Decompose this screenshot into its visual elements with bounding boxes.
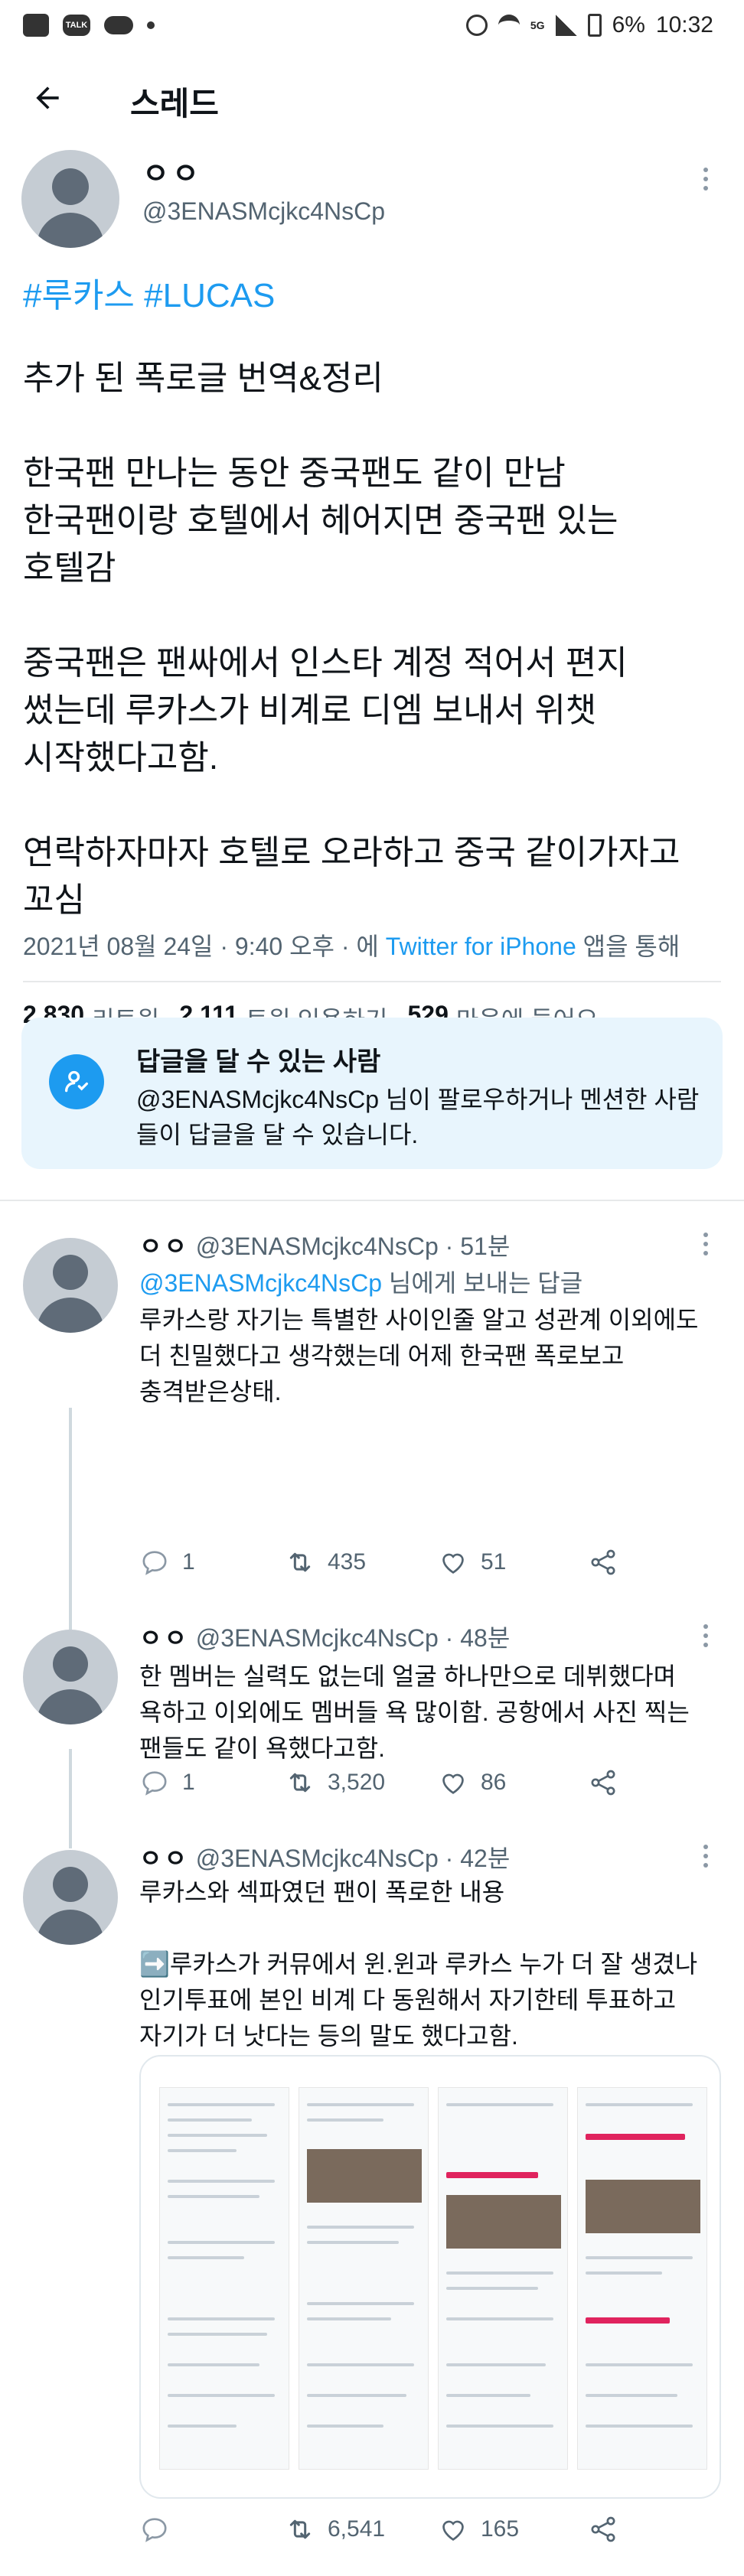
attached-image[interactable]	[139, 2055, 721, 2499]
reply-header: ㅇㅇ @3ENASMcjkc4NsCp · 42분	[139, 1839, 510, 1874]
reply-permission-title: 답글을 달 수 있는 사람	[136, 1047, 381, 1076]
retweet-icon	[289, 2519, 311, 2539]
like-button[interactable]: 51	[438, 1547, 506, 1578]
signal-icon	[555, 15, 577, 36]
more-options-button[interactable]	[698, 1614, 713, 1657]
reply-button[interactable]: 1	[139, 1547, 195, 1578]
screenshot-thumb	[577, 2087, 707, 2470]
avatar[interactable]	[23, 1238, 118, 1333]
author-name[interactable]: ㅇㅇ	[139, 1845, 189, 1872]
reply-text: 루카스랑 자기는 특별한 사이인줄 알고 성관계 이외에도 더 친밀했다고 생각…	[139, 1306, 699, 1405]
reply-time: · 51분	[445, 1233, 511, 1260]
author-name[interactable]: ㅇㅇ	[142, 150, 202, 192]
hashtags[interactable]: #루카스 #LUCAS	[23, 268, 275, 317]
share-icon	[591, 1770, 615, 1796]
page-title: 스레드	[130, 86, 219, 122]
divider	[0, 1200, 744, 1201]
back-button[interactable]	[23, 73, 72, 122]
replying-to-handle[interactable]: @3ENASMcjkc4NsCp	[139, 1269, 382, 1297]
share-icon	[591, 2516, 615, 2542]
share-icon	[591, 1549, 615, 1575]
reply-header: ㅇㅇ @3ENASMcjkc4NsCp · 48분	[139, 1619, 510, 1654]
like-count: 165	[481, 2516, 520, 2542]
cloud-icon	[104, 16, 133, 34]
author-handle[interactable]: @3ENASMcjkc4NsCp	[142, 197, 385, 226]
heart-icon	[442, 1773, 464, 1794]
battery-percent: 6%	[612, 12, 645, 37]
like-button[interactable]: 86	[438, 1767, 506, 1798]
heart-icon	[442, 2520, 464, 2541]
screenshot-thumb	[438, 2087, 568, 2470]
share-button[interactable]	[588, 1767, 618, 1798]
talk-icon: TALK	[63, 15, 90, 36]
reply-icon	[142, 2518, 167, 2542]
app-header: 스레드	[0, 55, 744, 139]
status-bar: TALK 5G 6% 10:32	[0, 0, 744, 55]
author-name[interactable]: ㅇㅇ	[139, 1233, 189, 1260]
reply-text: 루카스와 섹파였던 팬이 폭로한 내용 ➡️루카스가 커뮤에서 윈.윈과 루카스…	[139, 1878, 698, 2050]
more-options-button[interactable]	[698, 158, 713, 200]
like-count: 51	[481, 1549, 507, 1575]
share-button[interactable]	[588, 1547, 618, 1578]
screenshot-thumb	[159, 2087, 289, 2470]
reply-text: 한 멤버는 실력도 없는데 얼굴 하나만으로 데뷔했다며 욕하고 이외에도 멤버…	[139, 1663, 690, 1762]
more-options-button[interactable]	[698, 1223, 713, 1265]
share-button[interactable]	[588, 2514, 618, 2545]
retweet-button[interactable]: 6,541	[285, 2514, 385, 2545]
wifi-icon	[498, 15, 520, 36]
clock: 10:32	[655, 12, 713, 37]
tweet-date: 2021년 08월 24일 · 9:40 오후 · 에	[23, 933, 386, 960]
retweet-button[interactable]: 435	[285, 1547, 366, 1578]
retweet-button[interactable]: 3,520	[285, 1767, 385, 1798]
tweet-meta: 2021년 08월 24일 · 9:40 오후 · 에 Twitter for …	[23, 927, 680, 962]
reply-button[interactable]	[139, 2514, 170, 2545]
reply-actions: 6,541 165	[139, 2514, 690, 2552]
mute-icon	[465, 15, 488, 36]
reply-icon	[142, 1551, 167, 1575]
retweet-count: 435	[328, 1549, 367, 1575]
tweet-source-suffix: 앱을 통해	[576, 933, 680, 960]
reply-time: · 42분	[445, 1845, 511, 1872]
retweet-count: 6,541	[328, 2516, 386, 2542]
replying-to-suffix: 님에게 보내는 답글	[382, 1269, 583, 1297]
back-arrow-icon	[36, 86, 59, 109]
reply-count: 1	[182, 1770, 195, 1795]
gallery-icon	[23, 14, 49, 37]
reply-permission-text: @3ENASMcjkc4NsCp 님이 팔로우하거나 멘션한 사람들이 답글을 …	[136, 1086, 700, 1148]
reply-time: · 48분	[445, 1624, 511, 1652]
screenshot-thumb	[299, 2087, 429, 2470]
avatar[interactable]	[21, 150, 119, 248]
heart-icon	[442, 1553, 464, 1574]
avatar[interactable]	[23, 1850, 118, 1945]
thread-line	[69, 1408, 72, 1630]
mention-user-icon	[49, 1054, 104, 1109]
more-notifications-icon	[147, 21, 155, 29]
reply-count: 1	[182, 1549, 195, 1575]
retweet-count: 3,520	[328, 1770, 386, 1795]
like-button[interactable]: 165	[438, 2514, 519, 2545]
avatar[interactable]	[23, 1630, 118, 1724]
reply-permission-box: 답글을 달 수 있는 사람 @3ENASMcjkc4NsCp 님이 팔로우하거나…	[21, 1018, 723, 1169]
reply-actions: 1 3,520 86	[139, 1767, 690, 1806]
reply-button[interactable]: 1	[139, 1767, 195, 1798]
thread-line	[69, 1749, 72, 1848]
tweet-source-link[interactable]: Twitter for iPhone	[386, 933, 576, 960]
author-handle[interactable]: @3ENASMcjkc4NsCp	[196, 1233, 439, 1260]
reply-header: ㅇㅇ @3ENASMcjkc4NsCp · 51분	[139, 1227, 510, 1262]
network-type: 5G	[530, 19, 545, 31]
divider	[23, 981, 721, 982]
battery-icon	[587, 14, 602, 37]
tweet-text: 추가 된 폭로글 번역&정리 한국팬 만나는 동안 중국팬도 같이 만남 한국팬…	[23, 360, 680, 919]
reply-actions: 1 435 51	[139, 1547, 690, 1585]
retweet-icon	[289, 1773, 311, 1793]
more-options-button[interactable]	[698, 1835, 713, 1877]
author-handle[interactable]: @3ENASMcjkc4NsCp	[196, 1624, 439, 1652]
like-count: 86	[481, 1770, 507, 1795]
replying-to: @3ENASMcjkc4NsCp 님에게 보내는 답글	[139, 1264, 582, 1299]
retweet-icon	[289, 1552, 311, 1572]
reply-icon	[142, 1771, 167, 1796]
author-handle[interactable]: @3ENASMcjkc4NsCp	[196, 1845, 439, 1872]
author-name[interactable]: ㅇㅇ	[139, 1624, 189, 1652]
